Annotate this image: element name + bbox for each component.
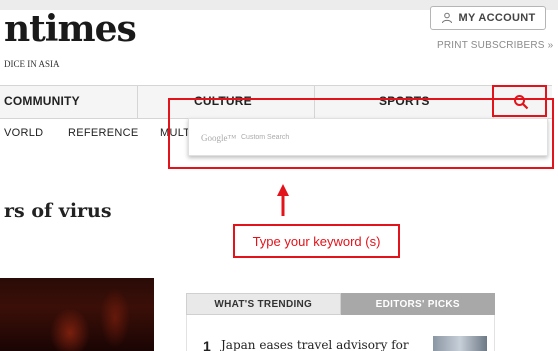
my-account-label: MY ACCOUNT [458,12,536,24]
photo-glow [100,288,130,348]
instruction-text: Type your keyword (s) [252,233,381,249]
trending-title[interactable]: Japan eases travel advisory for [221,338,409,351]
article-headline[interactable]: rs of virus [4,200,112,222]
site-tagline: DICE IN ASIA [4,59,60,69]
up-arrow-icon [277,184,289,216]
instruction-callout: Type your keyword (s) [233,224,400,258]
site-logo[interactable]: ntimes [4,8,137,50]
browser-page: ntimes DICE IN ASIA MY ACCOUNT PRINT SUB… [0,0,558,351]
photo-glow [50,308,90,351]
search-field-highlight [168,98,554,169]
trending-list: 1 Japan eases travel advisory for [186,315,495,351]
tab-whats-trending[interactable]: WHAT'S TRENDING [186,293,341,315]
subnav-item-world[interactable]: VORLD [4,127,43,139]
trending-thumbnail[interactable] [433,336,487,351]
subnav-item-reference[interactable]: REFERENCE [68,127,139,139]
print-subscribers-link[interactable]: PRINT SUBSCRIBERS » [437,40,553,51]
my-account-button[interactable]: MY ACCOUNT [430,6,546,30]
trending-rank: 1 [203,338,211,351]
nav-divider [137,86,138,118]
tab-editors-picks[interactable]: EDITORS' PICKS [340,293,495,315]
article-photo[interactable] [0,278,154,351]
sidebar-tabs: WHAT'S TRENDING EDITORS' PICKS [186,293,495,315]
user-icon [441,12,452,24]
nav-item-community[interactable]: COMMUNITY [4,94,80,108]
